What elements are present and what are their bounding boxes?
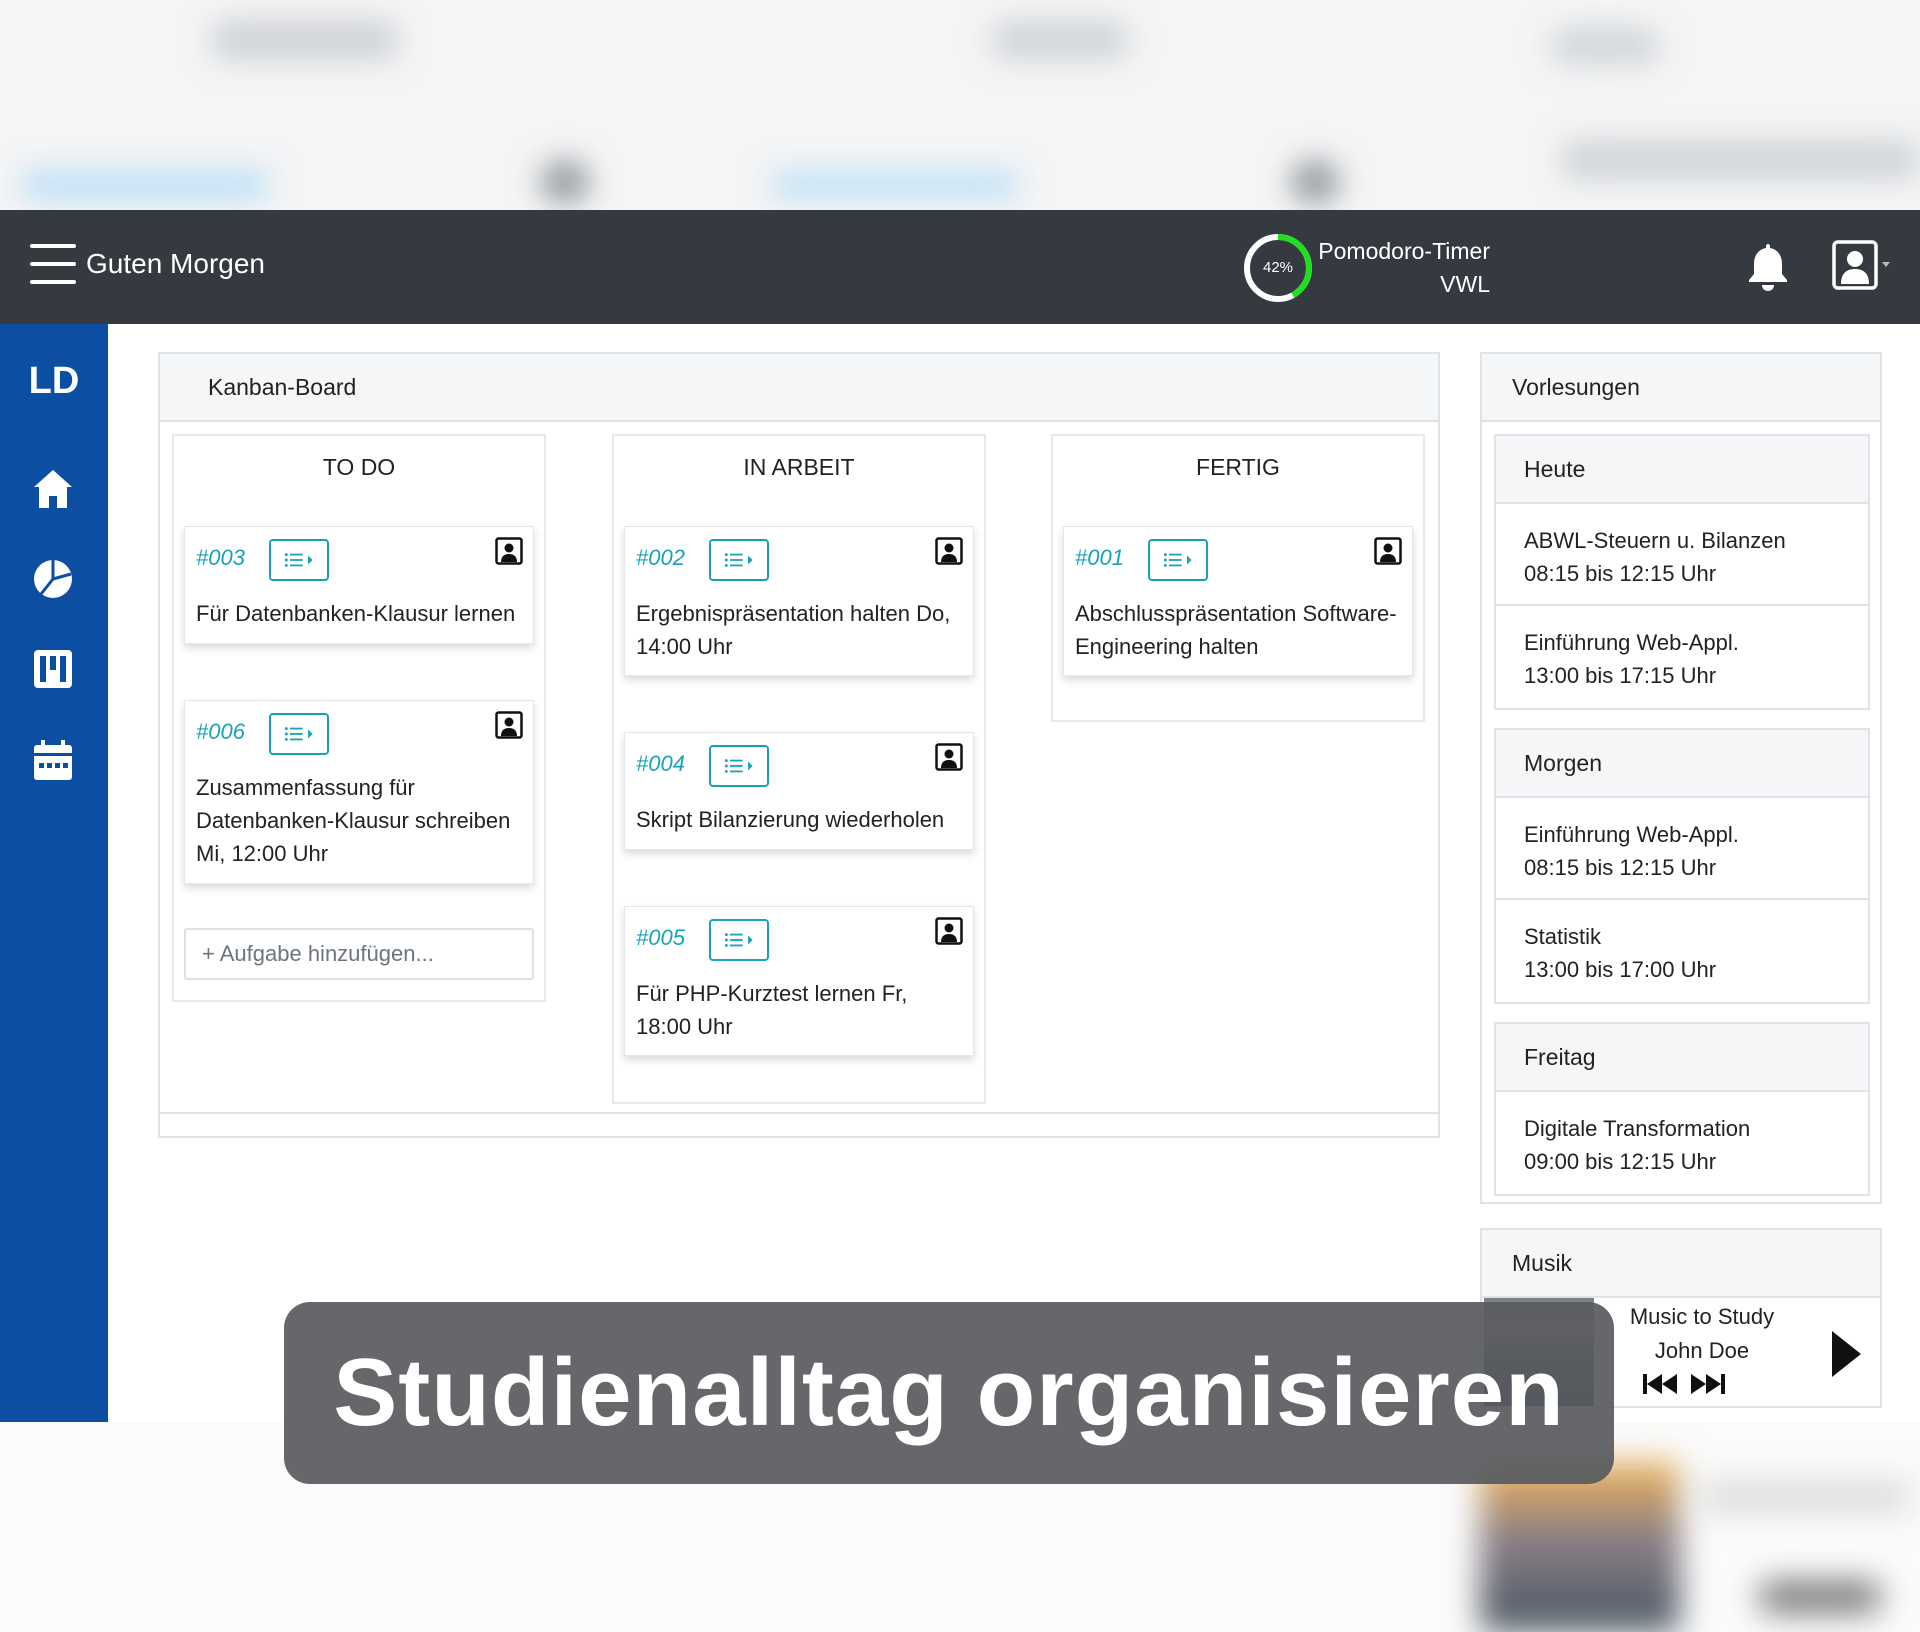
calendar-icon[interactable] [30, 738, 76, 784]
task-card[interactable]: #003 Für Datenbanken-Klausur lernen [184, 526, 534, 644]
sidebar: LD [0, 324, 108, 1422]
pomodoro-subject: VWL [1440, 271, 1490, 297]
task-details-button[interactable] [269, 713, 329, 755]
task-card[interactable]: #004 Skript Bilanzierung wiederholen [624, 732, 974, 850]
top-navbar: Guten Morgen 42% Pomodoro-Timer VWL [0, 210, 1920, 324]
task-id: #001 [1075, 545, 1124, 570]
day-label: Heute [1496, 436, 1868, 504]
app-logo: LD [28, 360, 80, 402]
day-block-tomorrow: Morgen Einführung Web-Appl. 08:15 bis 12… [1494, 728, 1870, 1004]
caption-text: Studienalltag organisieren [333, 1339, 1565, 1446]
day-label: Freitag [1496, 1024, 1868, 1092]
lecture-item[interactable]: Digitale Transformation 09:00 bis 12:15 … [1496, 1092, 1868, 1194]
lecture-item[interactable]: Statistik 13:00 bis 17:00 Uhr [1496, 900, 1868, 1002]
lecture-item[interactable]: ABWL-Steuern u. Bilanzen 08:15 bis 12:15… [1496, 504, 1868, 606]
track-artist: John Doe [1654, 1338, 1750, 1363]
next-track-icon[interactable] [1688, 1372, 1726, 1396]
kanban-board-title: Kanban-Board [160, 354, 1438, 422]
kanban-column-todo: TO DO #003 Für Datenbanken-Klausur lerne… [172, 434, 546, 1002]
task-card[interactable]: #006 Zusammenfassung für Datenbanken-Kla… [184, 700, 534, 884]
task-card[interactable]: #005 Für PHP-Kurztest lernen Fr, 18:00 U… [624, 906, 974, 1056]
task-text: Für PHP-Kurztest lernen Fr, 18:00 Uhr [636, 981, 908, 1039]
day-block-today: Heute ABWL-Steuern u. Bilanzen 08:15 bis… [1494, 434, 1870, 710]
user-menu-icon[interactable] [1832, 240, 1892, 292]
day-label: Morgen [1496, 730, 1868, 798]
lecture-time: 08:15 bis 12:15 Uhr [1524, 855, 1717, 880]
lectures-panel: Vorlesungen Heute ABWL-Steuern u. Bilanz… [1480, 352, 1882, 1204]
task-text: Skript Bilanzierung wiederholen [636, 807, 945, 832]
lecture-name: Digitale Transformation [1524, 1116, 1751, 1141]
task-id: #005 [636, 925, 685, 950]
lecture-item[interactable]: Einführung Web-Appl. 08:15 bis 12:15 Uhr [1496, 798, 1868, 900]
bell-icon[interactable] [1744, 240, 1792, 292]
caption-banner: Studienalltag organisieren [284, 1302, 1614, 1484]
task-details-button[interactable] [709, 539, 769, 581]
pie-chart-icon[interactable] [30, 556, 76, 602]
pomodoro-title[interactable]: Pomodoro-Timer [1300, 238, 1490, 265]
home-icon[interactable] [30, 466, 76, 512]
lecture-time: 08:15 bis 12:15 Uhr [1524, 561, 1717, 586]
assignee-icon[interactable] [495, 711, 523, 739]
kanban-board-panel: Kanban-Board TO DO #003 Für Datenbanken-… [158, 352, 1440, 1138]
lectures-title: Vorlesungen [1482, 354, 1880, 422]
lecture-name: Statistik [1524, 924, 1602, 949]
task-details-button[interactable] [709, 919, 769, 961]
task-text: Zusammenfassung für Datenbanken-Klausur … [196, 775, 511, 866]
task-details-button[interactable] [269, 539, 329, 581]
task-details-button[interactable] [1148, 539, 1208, 581]
day-block-friday: Freitag Digitale Transformation 09:00 bi… [1494, 1022, 1870, 1196]
lecture-time: 13:00 bis 17:15 Uhr [1524, 663, 1717, 688]
kanban-column-in-progress: IN ARBEIT #002 Ergebnispräsentation halt… [612, 434, 986, 1104]
task-id: #002 [636, 545, 685, 570]
task-text: Für Datenbanken-Klausur lernen [196, 601, 516, 626]
task-id: #003 [196, 545, 245, 570]
lecture-name: Einführung Web-Appl. [1524, 822, 1739, 847]
music-title: Musik [1482, 1230, 1880, 1298]
assignee-icon[interactable] [1374, 537, 1402, 565]
task-text: Abschlusspräsentation Software-Engineeri… [1075, 601, 1397, 659]
previous-track-icon[interactable] [1642, 1372, 1680, 1396]
task-id: #006 [196, 719, 245, 744]
play-icon[interactable] [1828, 1328, 1864, 1380]
task-details-button[interactable] [709, 745, 769, 787]
assignee-icon[interactable] [935, 537, 963, 565]
lecture-time: 09:00 bis 12:15 Uhr [1524, 1149, 1717, 1174]
column-title: FERTIG [1196, 454, 1280, 480]
task-card[interactable]: #001 Abschlusspräsentation Software-Engi… [1063, 526, 1413, 676]
task-card[interactable]: #002 Ergebnispräsentation halten Do, 14:… [624, 526, 974, 676]
task-text: Ergebnispräsentation halten Do, 14:00 Uh… [636, 601, 951, 659]
column-title: TO DO [322, 454, 396, 480]
column-title: IN ARBEIT [743, 454, 855, 480]
task-id: #004 [636, 751, 685, 776]
assignee-icon[interactable] [495, 537, 523, 565]
assignee-icon[interactable] [935, 743, 963, 771]
blurred-background-top [0, 0, 1920, 210]
assignee-icon[interactable] [935, 917, 963, 945]
add-task-input[interactable]: + Aufgabe hinzufügen... [184, 928, 534, 980]
kanban-board-icon[interactable] [30, 646, 76, 692]
menu-icon[interactable] [30, 244, 76, 286]
greeting-text: Guten Morgen [86, 248, 265, 279]
lecture-name: ABWL-Steuern u. Bilanzen [1524, 528, 1786, 553]
lecture-time: 13:00 bis 17:00 Uhr [1524, 957, 1717, 982]
lecture-item[interactable]: Einführung Web-Appl. 13:00 bis 17:15 Uhr [1496, 606, 1868, 708]
lecture-name: Einführung Web-Appl. [1524, 630, 1739, 655]
kanban-column-done: FERTIG #001 Abschlusspräsentation Softwa… [1051, 434, 1425, 722]
track-title: Music to Study [1629, 1304, 1775, 1329]
kanban-board-body: TO DO #003 Für Datenbanken-Klausur lerne… [160, 422, 1438, 1114]
